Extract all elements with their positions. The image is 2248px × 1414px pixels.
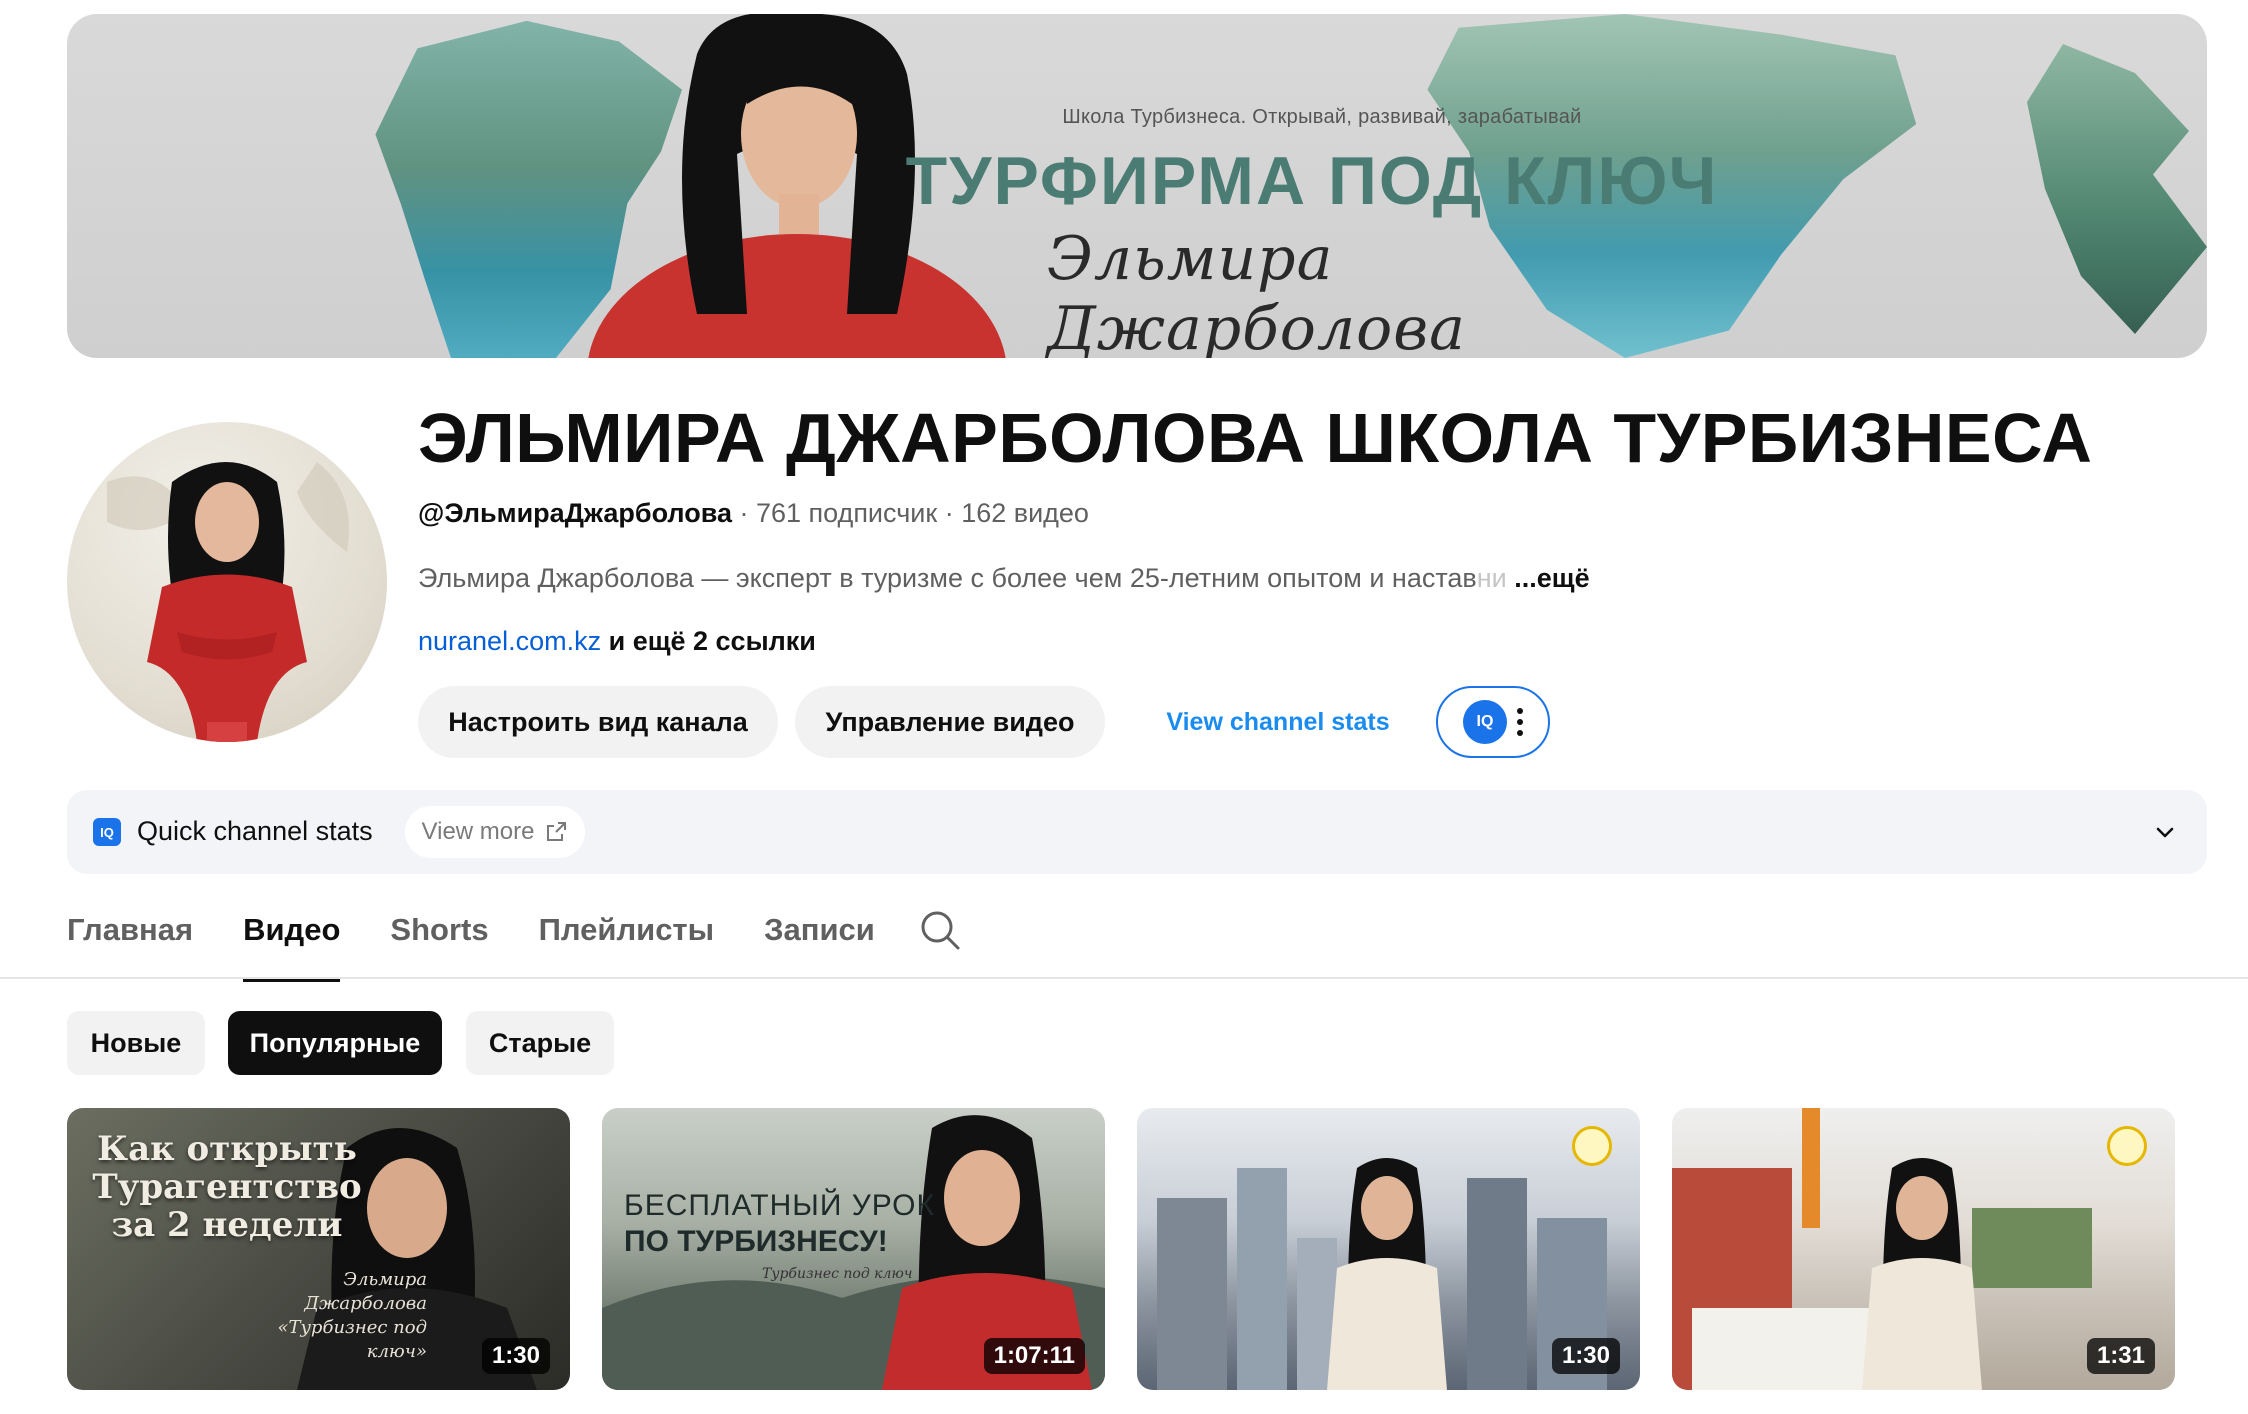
video-thumbnail[interactable]: 1:30 [1137, 1108, 1640, 1390]
iq-icon: IQ [1463, 700, 1507, 744]
channel-link[interactable]: nuranel.com.kz [418, 626, 601, 656]
description-text: Эльмира Джарболова — эксперт в туризме с… [418, 563, 1477, 593]
iq-extension-button[interactable]: IQ [1436, 686, 1550, 758]
video-count: 162 видео [961, 498, 1089, 528]
tab-videos[interactable]: Видео [243, 908, 341, 982]
description-fade: ни [1476, 563, 1507, 593]
view-more-label: View more [421, 818, 535, 845]
search-icon[interactable] [918, 908, 962, 952]
tab-home[interactable]: Главная [67, 908, 193, 978]
thumbnail-line-2: ПО ТУРБИЗНЕСУ! [624, 1225, 888, 1258]
banner-signature: Эльмира Джарболова [1047, 224, 1466, 358]
banner-map-far [2027, 44, 2207, 334]
more-links-button[interactable]: и ещё 2 ссылки [609, 626, 816, 656]
channel-banner: Школа Турбизнеса. Открывай, развивай, за… [67, 14, 2207, 358]
thumbnail-signature-overlay: Эльмира Джарболова «Турбизнес под ключ» [277, 1269, 427, 1362]
external-link-icon [547, 822, 567, 841]
banner-headline: ТУРФИРМА ПОД КЛЮЧ [905, 143, 1719, 219]
channel-description[interactable]: Эльмира Джарболова — эксперт в туризме с… [418, 563, 1618, 594]
video-duration: 1:07:11 [983, 1338, 1085, 1374]
quick-stats-title: Quick channel stats [137, 816, 373, 846]
channel-logo-icon [1572, 1126, 1612, 1166]
thumbnail-title-overlay: БЕСПЛАТНЫЙ УРОК ПО ТУРБИЗНЕСУ! [624, 1188, 944, 1260]
view-channel-stats-button[interactable]: View channel stats [1150, 686, 1406, 758]
thumbnail-signature-overlay: Турбизнес под ключ [762, 1266, 913, 1282]
thumbnail-title-overlay: Как открыть Турагентство за 2 недели [92, 1129, 362, 1245]
meta-separator: · [937, 498, 962, 528]
channel-avatar[interactable] [67, 422, 387, 742]
video-thumbnail[interactable]: Как открыть Турагентство за 2 недели Эль… [67, 1108, 570, 1390]
channel-links: nuranel.com.kz и ещё 2 ссылки [418, 626, 816, 657]
channel-meta: @ЭльмираДжарболова · 761 подписчик · 162… [418, 498, 1089, 529]
channel-tabs: Главная Видео Shorts Плейлисты Записи [67, 908, 875, 982]
video-duration: 1:30 [1551, 1338, 1620, 1374]
thumbnail-line-1: БЕСПЛАТНЫЙ УРОК [624, 1189, 935, 1222]
subscriber-count: 761 подписчик [755, 498, 938, 528]
tabs-divider [0, 977, 2248, 979]
filter-chip-oldest[interactable]: Старые [466, 1011, 614, 1075]
video-thumbnail[interactable]: БЕСПЛАТНЫЙ УРОК ПО ТУРБИЗНЕСУ! Турбизнес… [602, 1108, 1105, 1390]
video-thumbnail[interactable]: 1:31 [1672, 1108, 2175, 1390]
customize-channel-button[interactable]: Настроить вид канала [418, 686, 778, 758]
description-more-button[interactable]: ...ещё [1514, 563, 1589, 593]
meta-separator: · [731, 498, 756, 528]
view-more-button[interactable]: View more [405, 806, 585, 858]
channel-logo-icon [2107, 1126, 2147, 1166]
more-vert-icon [1517, 708, 1523, 736]
manage-videos-button[interactable]: Управление видео [795, 686, 1105, 758]
channel-title: ЭЛЬМИРА ДЖАРБОЛОВА ШКОЛА ТУРБИЗНЕСА [418, 399, 2093, 477]
quick-channel-stats-bar[interactable]: IQ Quick channel stats View more [67, 790, 2207, 874]
filter-chip-newest[interactable]: Новые [67, 1011, 205, 1075]
tab-shorts[interactable]: Shorts [390, 908, 488, 978]
video-duration: 1:30 [481, 1338, 550, 1374]
tab-posts[interactable]: Записи [764, 908, 875, 978]
tab-playlists[interactable]: Плейлисты [539, 908, 715, 978]
banner-subtitle: Школа Турбизнеса. Открывай, развивай, за… [1062, 106, 1582, 128]
filter-chip-popular[interactable]: Популярные [228, 1011, 442, 1075]
video-duration: 1:31 [2086, 1338, 2155, 1374]
chevron-down-icon[interactable] [2145, 812, 2185, 852]
iq-logo-icon: IQ [93, 818, 121, 846]
avatar-portrait [107, 462, 349, 742]
channel-handle[interactable]: @ЭльмираДжарболова [418, 498, 732, 528]
